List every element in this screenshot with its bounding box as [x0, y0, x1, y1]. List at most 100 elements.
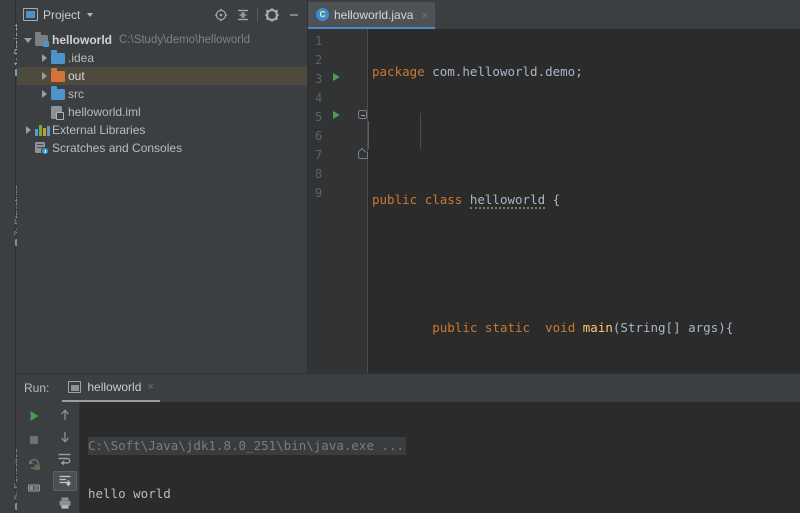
- tree-item-label: out: [68, 67, 85, 85]
- console-line: hello world: [88, 485, 800, 503]
- line-number: 7: [308, 146, 358, 165]
- run-toolbar-left: [17, 402, 50, 513]
- layout-icon[interactable]: [22, 477, 46, 499]
- token-keyword: class: [425, 192, 463, 207]
- run-panel-header: Run: helloworld ×: [17, 374, 800, 402]
- fold-region-end-icon[interactable]: [358, 149, 367, 158]
- code-text-area[interactable]: package com.helloworld.demo; public clas…: [368, 29, 800, 373]
- libraries-icon: [35, 121, 52, 139]
- line-number: 4: [308, 89, 358, 108]
- run-tab-label: helloworld: [87, 380, 141, 394]
- folder-blue-icon: [51, 85, 68, 103]
- run-method-gutter-icon[interactable]: [333, 111, 340, 119]
- tree-row[interactable]: helloworld.iml: [17, 103, 307, 121]
- toolbar-separator: [257, 8, 258, 22]
- close-icon[interactable]: ×: [147, 382, 153, 393]
- editor-fold-column[interactable]: [358, 29, 368, 373]
- editor-tab-helloworld-java[interactable]: helloworld.java ×: [308, 2, 435, 29]
- code-line-5: public static void main(String[] args){: [372, 318, 800, 337]
- scroll-to-end-icon[interactable]: [53, 471, 77, 491]
- tree-item-label: src: [68, 85, 84, 103]
- tree-item-label: helloworld.iml: [68, 103, 141, 121]
- project-panel-toolbar: [210, 0, 305, 29]
- scratches-icon: [35, 139, 52, 157]
- token-keyword: package: [372, 64, 425, 79]
- tree-item-path: C:\Study\demo\helloworld: [119, 31, 250, 49]
- line-number: 6: [308, 127, 358, 146]
- indent-guide: [420, 113, 421, 149]
- token-class-name: helloworld: [470, 192, 545, 209]
- token-params: (String[] args){: [613, 320, 733, 335]
- rerun-failed-icon[interactable]: [22, 453, 46, 475]
- chevron-down-icon[interactable]: [87, 13, 93, 17]
- left-tool-window-stripe: 1: Project 7: Structure 2: Favorites: [0, 0, 16, 513]
- rerun-icon[interactable]: [22, 405, 46, 427]
- editor-body: 1 2 3 4 5 6 7 8 9 package com.helloworl: [308, 29, 800, 373]
- project-tree: helloworld C:\Study\demo\helloworld .ide…: [17, 29, 307, 157]
- tree-row[interactable]: External Libraries: [17, 121, 307, 139]
- line-number: 9: [308, 184, 358, 203]
- run-class-gutter-icon[interactable]: [333, 73, 340, 81]
- close-icon[interactable]: ×: [421, 9, 428, 21]
- up-arrow-icon[interactable]: [53, 405, 77, 425]
- stop-icon[interactable]: [22, 429, 46, 451]
- run-console-output[interactable]: C:\Soft\Java\jdk1.8.0_251\bin\java.exe .…: [80, 402, 800, 513]
- folder-orange-icon: [51, 67, 68, 85]
- run-panel-body: C:\Soft\Java\jdk1.8.0_251\bin\java.exe .…: [17, 402, 800, 513]
- chevron-collapsed-icon[interactable]: [37, 49, 51, 67]
- line-number: 2: [308, 51, 358, 70]
- no-chevron: [37, 103, 51, 121]
- module-folder-icon: [35, 31, 52, 49]
- tree-row[interactable]: Scratches and Consoles: [17, 139, 307, 157]
- project-tool-window: Project: [17, 0, 308, 373]
- token-keyword: public: [372, 192, 417, 207]
- collapse-all-icon[interactable]: [232, 4, 254, 26]
- select-opened-file-icon[interactable]: [210, 4, 232, 26]
- chevron-expanded-icon[interactable]: [21, 31, 35, 49]
- editor-tabs-bar: helloworld.java ×: [308, 0, 800, 29]
- down-arrow-icon[interactable]: [53, 427, 77, 447]
- token-keyword: public: [432, 320, 477, 335]
- code-line-3: public class helloworld {: [372, 190, 800, 209]
- project-panel-header: Project: [17, 0, 307, 29]
- line-number: 1: [308, 32, 358, 51]
- line-number: 8: [308, 165, 358, 184]
- fold-collapse-icon[interactable]: [358, 110, 367, 119]
- chevron-collapsed-icon[interactable]: [37, 67, 51, 85]
- token-method-name: main: [583, 320, 613, 335]
- folder-blue-icon: [51, 49, 68, 67]
- tree-row[interactable]: out: [17, 67, 307, 85]
- console-command-line: C:\Soft\Java\jdk1.8.0_251\bin\java.exe .…: [88, 437, 406, 455]
- run-panel-label: Run:: [24, 381, 49, 395]
- editor-area: helloworld.java × 1 2 3 4 5 6 7 8 9: [308, 0, 800, 373]
- tree-row[interactable]: src: [17, 85, 307, 103]
- project-view-icon: [23, 8, 38, 21]
- run-toolbar-right: [50, 402, 80, 513]
- tree-item-label: .idea: [68, 49, 94, 67]
- token-package-name: com.helloworld.demo;: [425, 64, 583, 79]
- run-config-icon: [68, 381, 81, 393]
- tree-row[interactable]: helloworld C:\Study\demo\helloworld: [17, 31, 307, 49]
- token-keyword: static: [485, 320, 530, 335]
- hide-icon[interactable]: [283, 4, 305, 26]
- project-view-selector[interactable]: Project: [23, 8, 93, 22]
- chevron-collapsed-icon[interactable]: [37, 85, 51, 103]
- editor-tab-label: helloworld.java: [334, 8, 413, 22]
- token-keyword: void: [545, 320, 575, 335]
- gear-icon[interactable]: [261, 4, 283, 26]
- no-chevron: [21, 139, 35, 157]
- tree-item-label: helloworld: [52, 31, 112, 49]
- java-class-icon: [316, 8, 329, 21]
- ide-window: 1: Project 7: Structure 2: Favorites Pro…: [0, 0, 800, 513]
- code-line-2: [372, 126, 800, 145]
- print-icon[interactable]: [53, 493, 77, 513]
- project-panel-title: Project: [43, 8, 80, 22]
- iml-file-icon: [51, 103, 68, 121]
- run-tab-helloworld[interactable]: helloworld ×: [62, 375, 159, 402]
- tree-item-label: Scratches and Consoles: [52, 139, 182, 157]
- console-line: C:\Soft\Java\jdk1.8.0_251\bin\java.exe .…: [88, 437, 800, 455]
- tree-row[interactable]: .idea: [17, 49, 307, 67]
- editor-gutter[interactable]: 1 2 3 4 5 6 7 8 9: [308, 29, 358, 373]
- chevron-collapsed-icon[interactable]: [21, 121, 35, 139]
- soft-wrap-icon[interactable]: [53, 449, 77, 469]
